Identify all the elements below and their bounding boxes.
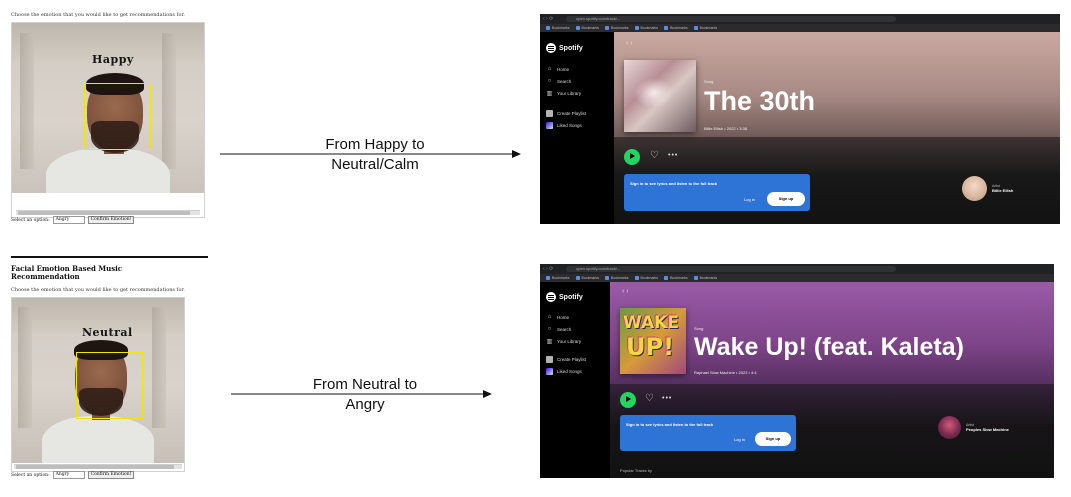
select-label: Select an option: [11, 217, 50, 223]
arrow-top-label: From Happy to Neutral/Calm [295, 135, 455, 175]
top-app-caption: Choose the emotion that you would like t… [11, 12, 185, 18]
song-meta: Billie Eilish • 2022 • 3:38 [704, 126, 748, 131]
top-webcam-feed: Happy [11, 22, 205, 218]
spotify-logo-text: Spotify [559, 44, 583, 52]
top-emotion-controls: Select an option: Angry Confirm Emotion! [11, 216, 135, 224]
spotify-sidebar [540, 282, 610, 478]
back-icon[interactable]: ‹ › ⟳ [543, 16, 553, 22]
artist-card[interactable]: Artist Peoples Slow Machine [938, 416, 1009, 439]
library-icon: ▥ [546, 91, 553, 97]
sidebar-item-search[interactable]: ○ Search [546, 78, 572, 84]
bookmarks-bar: Bookmarks Bookmarks Bookmarks Bookmarks Book… [540, 24, 1060, 32]
select-label: Select an option: [11, 472, 50, 478]
bottom-webcam-feed: Neutral [11, 297, 185, 472]
face-detection-box [76, 352, 143, 419]
artist-avatar [962, 176, 987, 201]
banner-text: Sign in to see lyrics and listen to the … [626, 422, 714, 427]
horizontal-scrollbar[interactable] [14, 464, 182, 469]
sidebar-item-home[interactable]: ⌂ Home [546, 66, 569, 72]
sign-in-banner: Sign in to see lyrics and listen to the … [624, 174, 810, 211]
plus-icon [546, 356, 553, 363]
emotion-select[interactable]: Angry [52, 471, 85, 479]
spotify-logo[interactable]: Spotify [546, 292, 583, 302]
search-icon: ○ [547, 326, 552, 332]
artist-avatar [938, 416, 961, 439]
banner-text: Sign in to see lyrics and listen to the … [630, 181, 718, 186]
spotify-logo-icon [546, 43, 556, 53]
search-icon: ○ [547, 78, 552, 84]
spotify-window-bottom: ‹ › ⟳ open.spotify.com/track/... Bookmar… [540, 264, 1054, 478]
sidebar-item-create-playlist[interactable]: Create Playlist [546, 110, 586, 117]
item-type: Song [694, 326, 704, 331]
face-detection-box [84, 83, 151, 150]
signup-button[interactable]: Sign up [767, 192, 805, 206]
heart-icon [546, 368, 553, 375]
emotion-select[interactable]: Angry [52, 216, 85, 224]
signup-button[interactable]: Sign up [755, 432, 791, 446]
confirm-emotion-button[interactable]: Confirm Emotion! [87, 471, 135, 479]
bottom-app-caption: Choose the emotion that you would like t… [11, 287, 185, 293]
emotion-label: Neutral [82, 326, 133, 339]
back-icon[interactable]: ‹ › ⟳ [543, 266, 553, 272]
item-type: Song [704, 79, 714, 84]
arrow-label-line: Neutral/Calm [331, 156, 419, 173]
history-nav-icon[interactable]: ‹ › [622, 288, 629, 295]
sidebar-item-liked-songs[interactable]: Liked Songs [546, 122, 582, 129]
more-options-icon[interactable]: ••• [668, 152, 678, 159]
song-title: Wake Up! (feat. Kaleta) [694, 333, 964, 361]
heart-icon [546, 122, 553, 129]
album-cover: WAKE UP! [620, 308, 686, 374]
sidebar-item-create-playlist[interactable]: Create Playlist [546, 356, 586, 363]
spotify-logo-text: Spotify [559, 293, 583, 301]
sign-in-banner: Sign in to see lyrics and listen to the … [620, 415, 796, 451]
history-nav-icon[interactable]: ‹ › [626, 40, 633, 47]
arrow-bottom-label: From Neutral to Angry [285, 375, 445, 415]
cover-word: WAKE [623, 313, 679, 333]
spotify-window-top: ‹ › ⟳ open.spotify.com/track/... Bookmar… [540, 14, 1060, 224]
address-bar[interactable]: open.spotify.com/track/... [566, 266, 896, 272]
login-link[interactable]: Log in [744, 197, 755, 202]
login-link[interactable]: Log in [734, 437, 745, 442]
bottom-emotion-controls: Select an option: Angry Confirm Emotion! [11, 471, 135, 479]
like-icon[interactable]: ♡ [645, 394, 654, 404]
cover-word: UP! [626, 333, 675, 361]
library-icon: ▥ [546, 339, 553, 345]
popular-tracks-heading: Popular Tracks by [620, 468, 653, 473]
spotify-logo-icon [546, 292, 556, 302]
like-icon[interactable]: ♡ [650, 151, 659, 161]
arrow-label-line: Angry [345, 396, 385, 413]
sidebar-item-liked-songs[interactable]: Liked Songs [546, 368, 582, 375]
spotify-logo[interactable]: Spotify [546, 43, 583, 53]
sidebar-item-search[interactable]: ○ Search [546, 326, 572, 332]
sidebar-item-library[interactable]: ▥ Your Library [546, 90, 581, 97]
play-button[interactable] [624, 149, 640, 165]
home-icon: ⌂ [547, 314, 552, 320]
album-cover [624, 60, 696, 132]
arrow-label-line: From Happy to [325, 136, 425, 153]
play-button[interactable] [620, 392, 636, 408]
sidebar-item-library[interactable]: ▥ Your Library [546, 338, 581, 345]
section-divider [11, 256, 208, 258]
bookmarks-bar: Bookmarks Bookmarks Bookmarks Bookmarks Book… [540, 274, 1054, 282]
artist-card[interactable]: Artist Billie Eilish [962, 176, 1013, 201]
horizontal-scrollbar[interactable] [16, 210, 200, 215]
artist-name: Peoples Slow Machine [966, 427, 1009, 432]
address-bar[interactable]: open.spotify.com/track/... [566, 16, 896, 22]
confirm-emotion-button[interactable]: Confirm Emotion! [87, 216, 135, 224]
emotion-label: Happy [92, 53, 134, 66]
plus-icon [546, 110, 553, 117]
app-title: Facial Emotion Based Music Recommendatio… [11, 264, 123, 281]
more-options-icon[interactable]: ••• [662, 395, 672, 402]
artist-name: Billie Eilish [992, 188, 1014, 193]
song-meta: Raphael Slow Machine • 2022 • 4:4 [694, 370, 757, 375]
arrow-label-line: From Neutral to [312, 376, 418, 393]
sidebar-item-home[interactable]: ⌂ Home [546, 314, 569, 320]
song-title: The 30th [704, 86, 816, 116]
home-icon: ⌂ [547, 66, 552, 72]
